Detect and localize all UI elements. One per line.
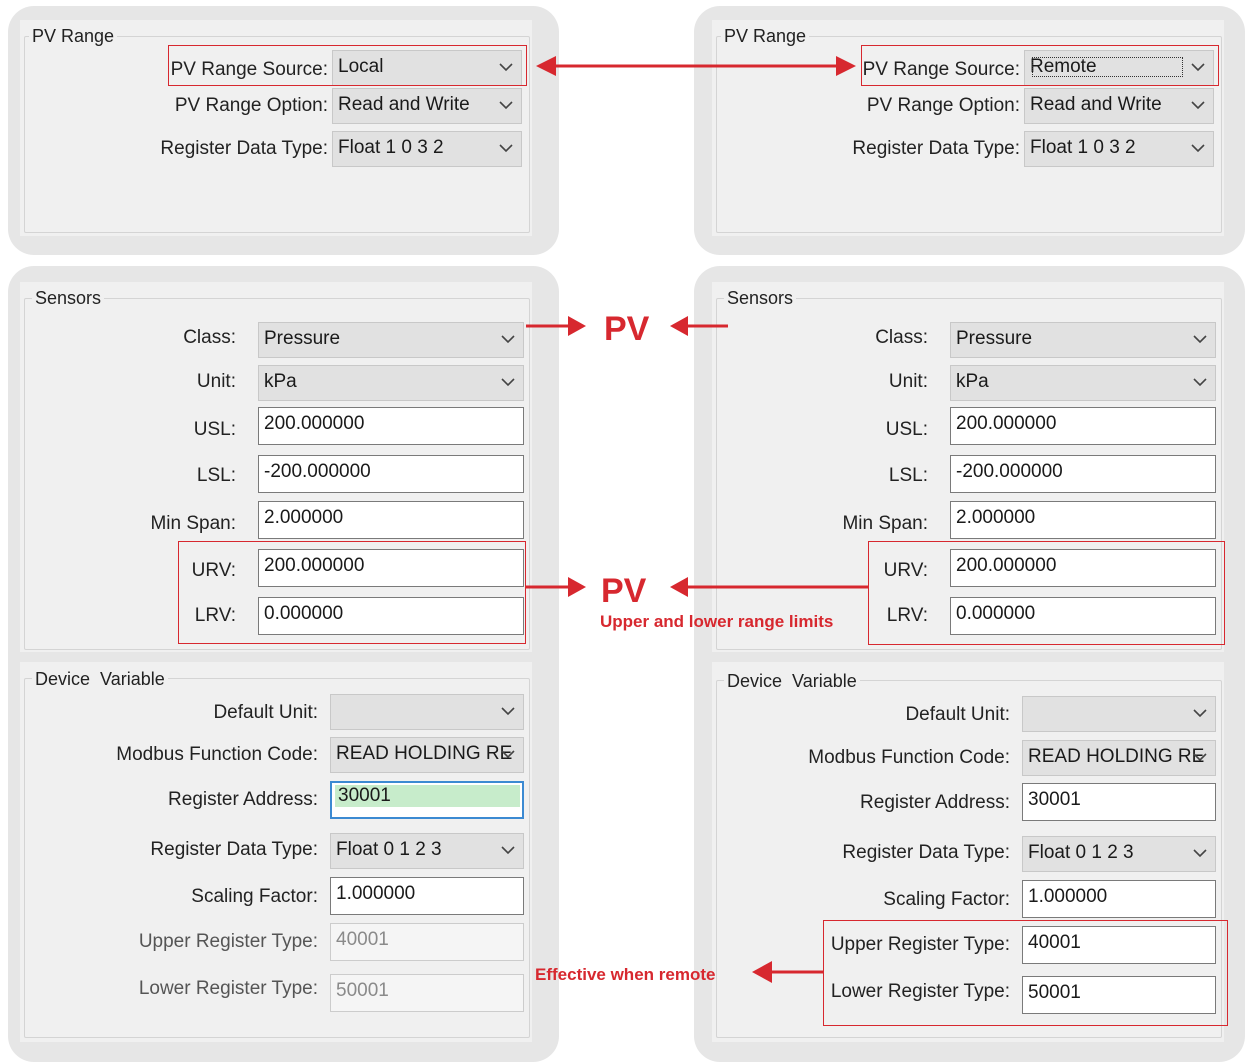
pv-range-annotation: PV [601, 572, 647, 610]
effective-when-remote-annotation: Effective when remote [535, 965, 716, 984]
arrow-right-to-pv-class [526, 316, 586, 336]
range-limits-annotation: Upper and lower range limits [600, 612, 834, 631]
arrow-left-to-pv-class [670, 316, 728, 336]
arrow-effective-when-remote [752, 961, 823, 983]
double-arrow-pv-source [536, 56, 856, 76]
annotation-arrows [526, 56, 868, 983]
arrow-right-to-pv-range [526, 577, 586, 597]
pv-class-annotation: PV [604, 310, 650, 348]
arrow-left-to-pv-range [670, 577, 868, 597]
